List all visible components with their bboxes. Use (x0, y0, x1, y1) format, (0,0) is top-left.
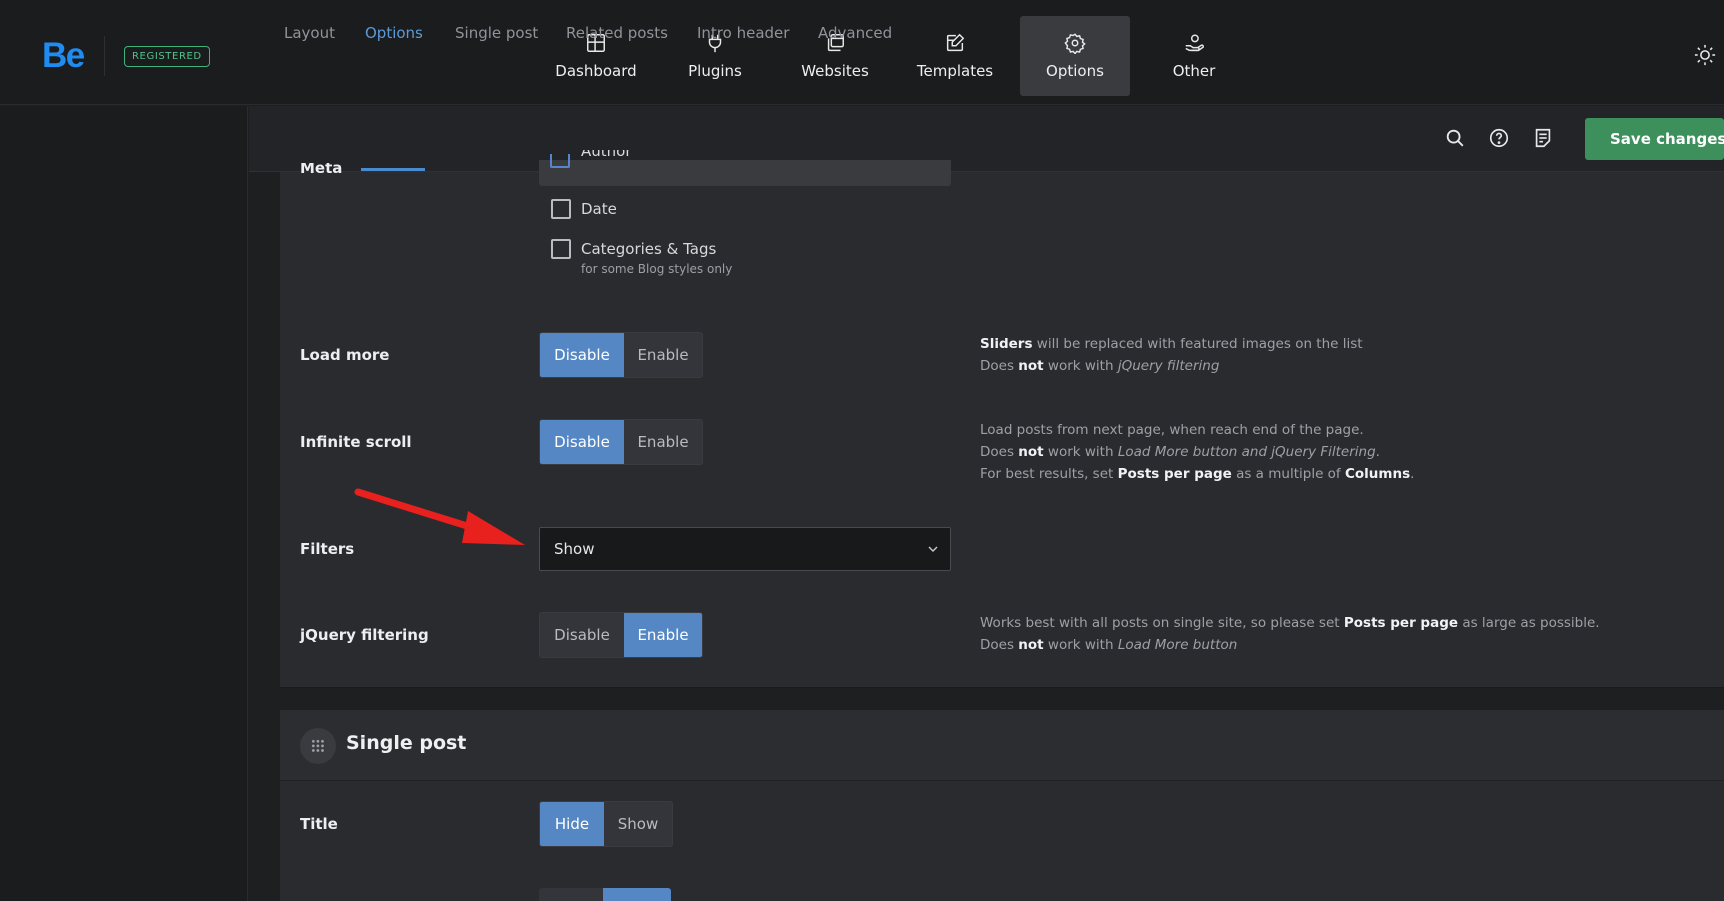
tab-advanced[interactable]: Advanced (818, 24, 892, 42)
meta-options-box: Author (539, 150, 951, 186)
nav-label: Plugins (688, 62, 742, 80)
jquery-filtering-enable-option[interactable]: Enable (624, 613, 702, 657)
chevron-down-icon (928, 546, 938, 552)
other-icon (1185, 34, 1205, 52)
load-more-disable-option[interactable]: Disable (540, 333, 624, 377)
load-more-label: Load more (300, 346, 390, 364)
save-changes-button[interactable]: Save changes (1585, 118, 1724, 160)
top-bar: Be REGISTERED Dashboard Plugins Websites (0, 0, 1724, 105)
logo-divider (104, 36, 105, 76)
tab-intro-header[interactable]: Intro header (697, 24, 789, 42)
nav-templates[interactable]: Templates (900, 16, 1010, 96)
drag-handle[interactable] (300, 728, 336, 764)
nav-label: Options (1046, 62, 1104, 80)
nav-label: Dashboard (555, 62, 637, 80)
jquery-filtering-toggle: Disable Enable (539, 612, 703, 658)
load-more-toggle: Disable Enable (539, 332, 703, 378)
meta-categories-note: for some Blog styles only (581, 262, 733, 276)
grip-icon (311, 739, 325, 753)
nav-label: Other (1172, 62, 1216, 80)
nav-options[interactable]: Options (1020, 16, 1130, 96)
theme-toggle-sun-icon[interactable] (1694, 44, 1716, 66)
single-post-header: Single post (280, 710, 1724, 781)
nav-other[interactable]: Other (1139, 16, 1249, 96)
jquery-filtering-label: jQuery filtering (300, 626, 429, 644)
title-hide-option[interactable]: Hide (540, 802, 604, 846)
left-sidebar (0, 106, 248, 901)
load-more-enable-option[interactable]: Enable (624, 333, 702, 377)
active-tab-indicator (361, 168, 425, 171)
meta-label: Meta (300, 163, 343, 177)
red-arrow-annotation (354, 488, 525, 545)
load-more-description: Sliders will be replaced with featured i… (980, 336, 1363, 374)
logo[interactable]: Be (42, 36, 85, 76)
nav-label: Templates (916, 62, 994, 80)
search-icon[interactable] (1444, 127, 1466, 149)
infinite-scroll-description: Load posts from next page, when reach en… (980, 422, 1415, 482)
jquery-filtering-disable-option[interactable]: Disable (540, 613, 624, 657)
meta-date-label: Date (581, 200, 617, 218)
nav-label: Websites (801, 62, 869, 80)
registered-badge: REGISTERED (124, 46, 210, 67)
meta-author-label: Author (581, 150, 632, 160)
meta-author-checkbox[interactable] (550, 154, 570, 168)
jquery-filtering-description: Works best with all posts on single site… (980, 615, 1600, 653)
single-post-panel: Single post Title Hide Show (280, 710, 1724, 901)
infinite-scroll-toggle: Disable Enable (539, 419, 703, 465)
tab-single-post[interactable]: Single post (455, 24, 538, 42)
meta-categories-label: Categories & Tags (581, 240, 717, 258)
tab-related-posts[interactable]: Related posts (566, 24, 668, 42)
meta-categories-checkbox[interactable] (551, 239, 571, 259)
notes-icon[interactable] (1532, 127, 1554, 149)
tab-options[interactable]: Options (365, 24, 423, 42)
title-toggle: Hide Show (539, 801, 673, 847)
meta-date-checkbox[interactable] (551, 199, 571, 219)
help-icon[interactable] (1488, 127, 1510, 149)
filters-select[interactable]: Show (539, 527, 951, 571)
tab-layout[interactable]: Layout (284, 24, 335, 42)
title-row-label: Title (300, 815, 338, 833)
title-show-option[interactable]: Show (604, 802, 672, 846)
filters-label: Filters (300, 540, 355, 558)
single-post-title: Single post (346, 732, 467, 754)
gear-icon (1064, 33, 1086, 54)
infinite-scroll-disable-option[interactable]: Disable (540, 420, 624, 464)
infinite-scroll-label: Infinite scroll (300, 433, 412, 451)
next-row-toggle-partial (539, 888, 671, 901)
infinite-scroll-enable-option[interactable]: Enable (624, 420, 702, 464)
templates-icon (946, 33, 965, 52)
filters-select-value: Show (554, 540, 595, 558)
